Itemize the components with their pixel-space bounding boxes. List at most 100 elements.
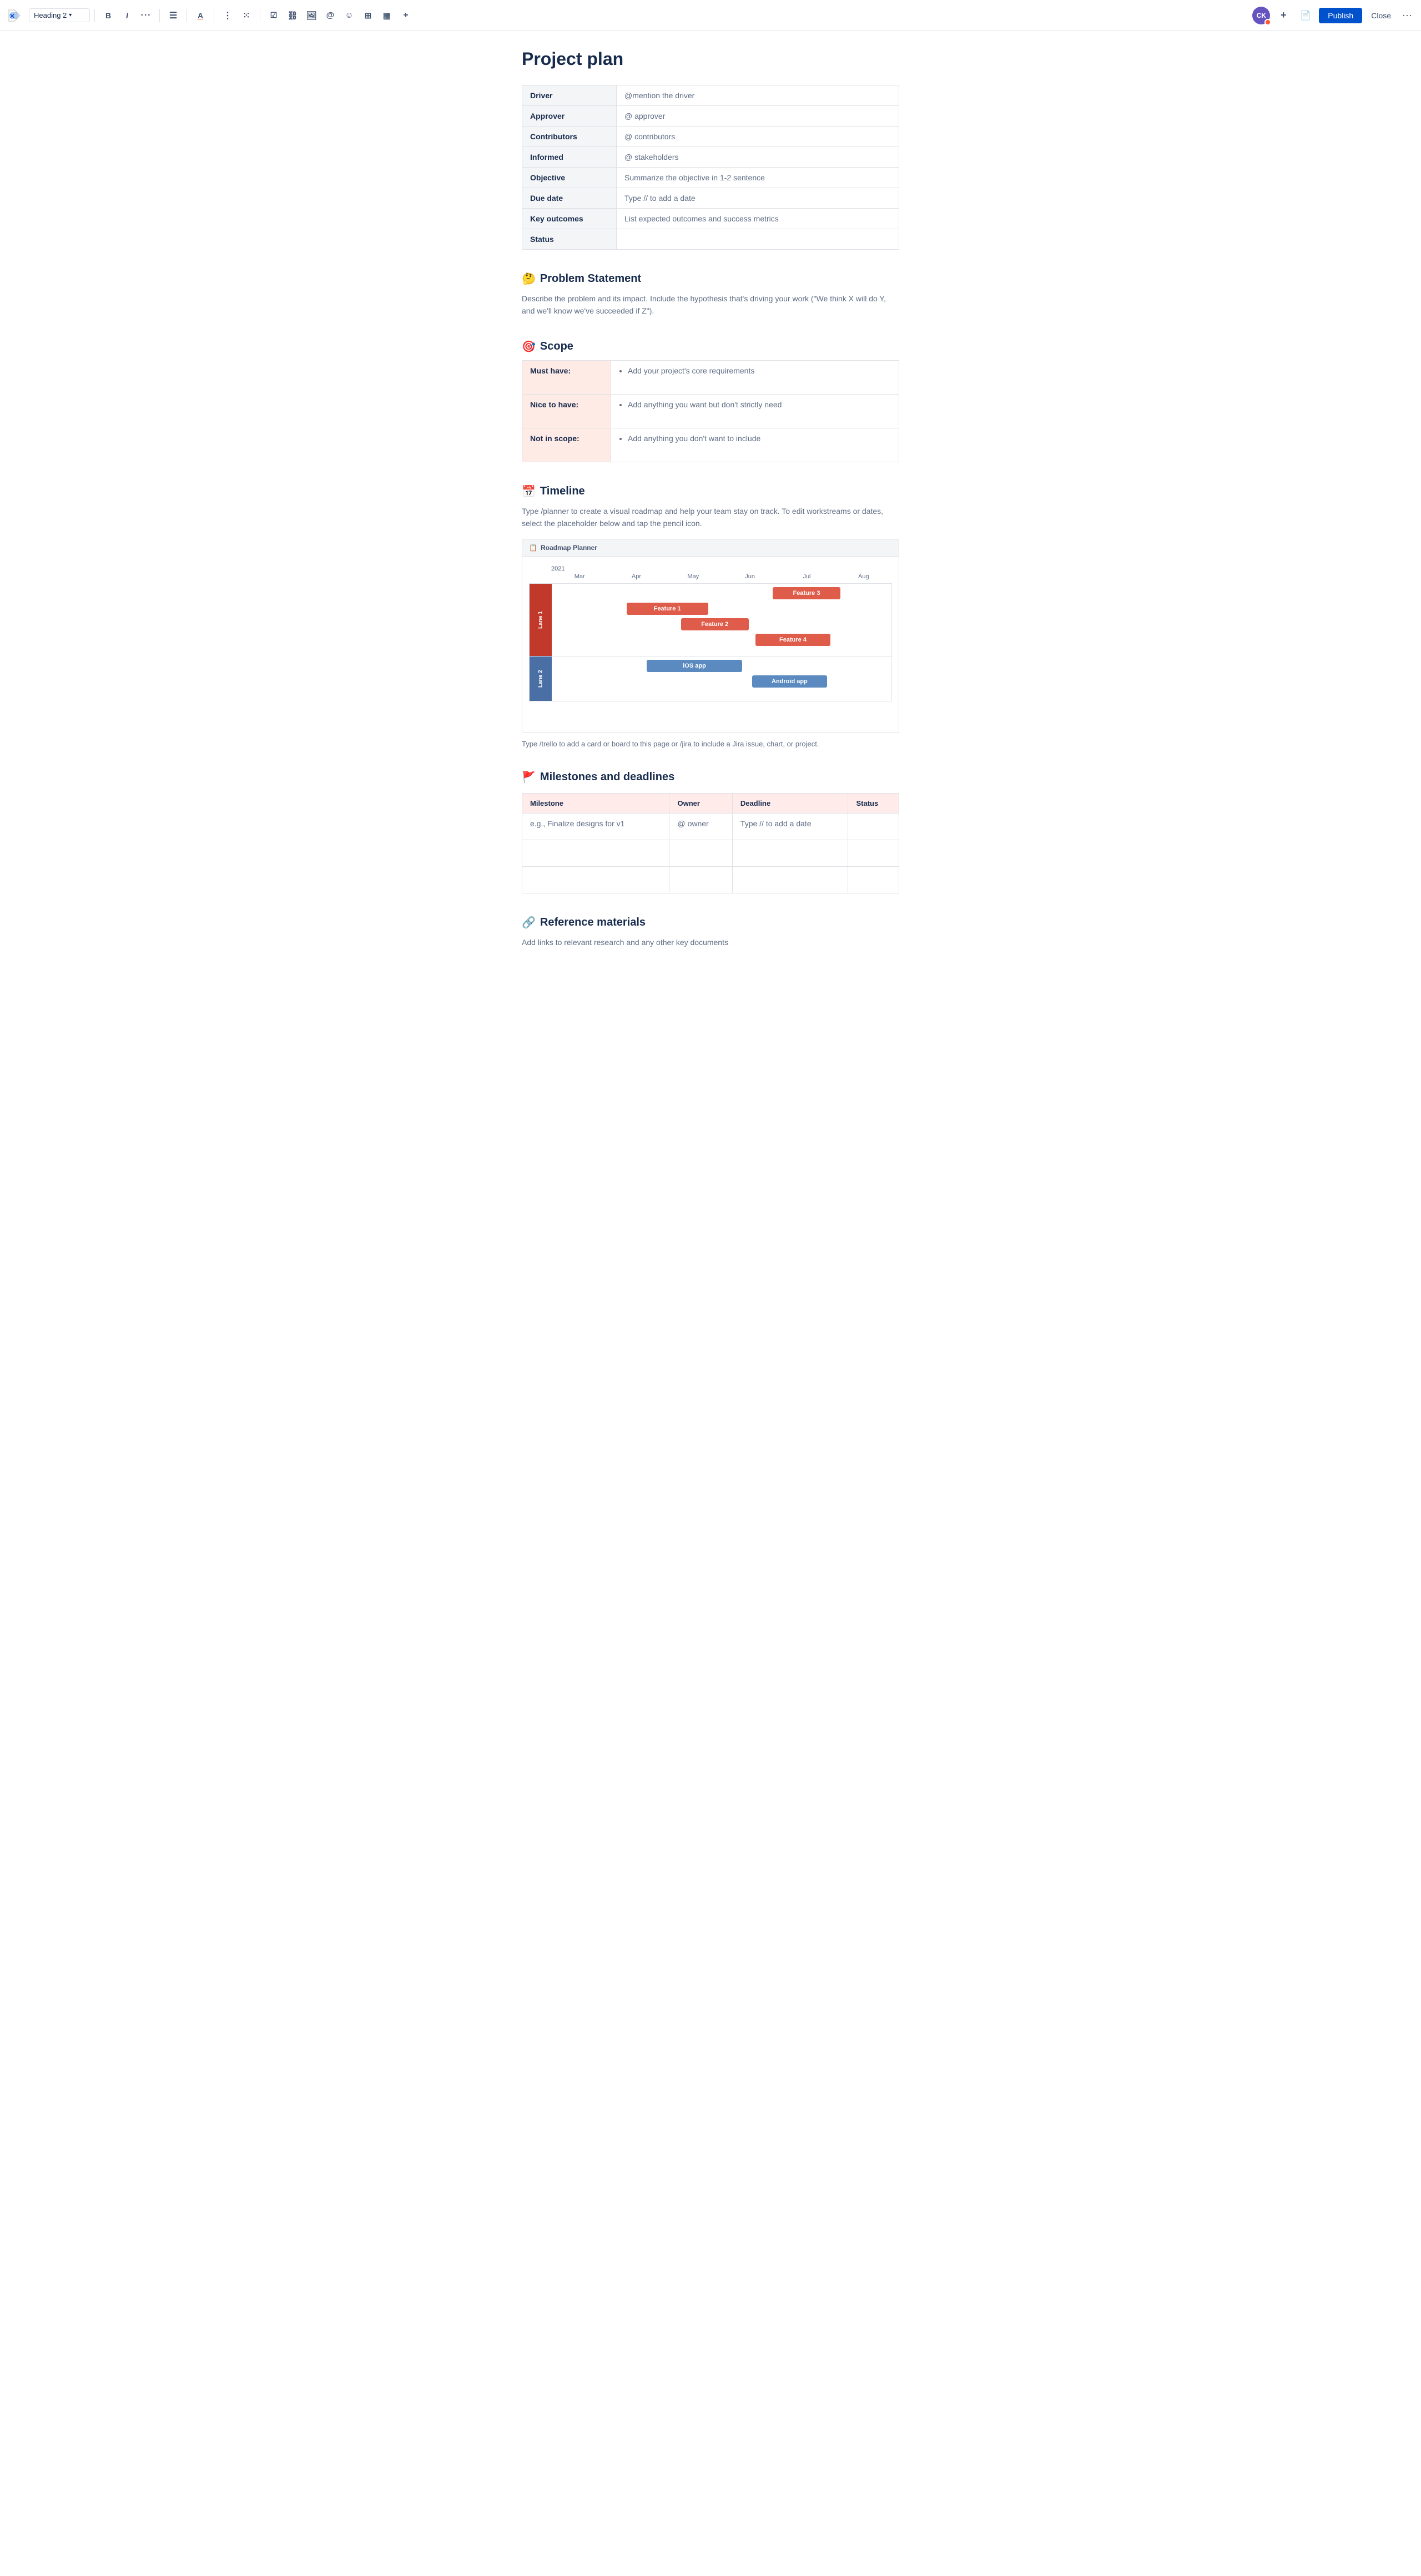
- table-row: Not in scope: Add anything you don't wan…: [522, 428, 899, 462]
- scope-value-not[interactable]: Add anything you don't want to include ·: [611, 428, 899, 462]
- ordered-list-button[interactable]: ⁙: [238, 7, 255, 24]
- info-label-approver: Approver: [522, 106, 617, 127]
- milestone-cell-3-status[interactable]: [848, 866, 899, 893]
- page-title[interactable]: Project plan: [522, 49, 899, 69]
- publish-button[interactable]: Publish: [1319, 8, 1362, 23]
- table-row: Must have: Add your project's core requi…: [522, 360, 899, 394]
- feature-4-bar: Feature 4: [755, 634, 830, 646]
- task-button[interactable]: ☑: [265, 7, 283, 24]
- italic-button[interactable]: I: [118, 7, 136, 24]
- roadmap-container[interactable]: 📋 Roadmap Planner 2021 Mar Apr May Jun J…: [522, 539, 899, 733]
- scope-label-not: Not in scope:: [522, 428, 611, 462]
- reference-heading: 🔗 Reference materials: [522, 916, 899, 930]
- info-value-contributors[interactable]: @ contributors: [617, 127, 899, 147]
- feature-3-bar: Feature 3: [773, 587, 840, 599]
- milestone-cell-3-deadline[interactable]: [732, 866, 848, 893]
- insert-group: ☑ ⛓ 🖼 @ ☺ ⊞ ▦ +: [265, 7, 415, 24]
- link-button[interactable]: ⛓: [284, 7, 301, 24]
- logo-icon[interactable]: ✕: [7, 8, 22, 23]
- bold-button[interactable]: B: [99, 7, 117, 24]
- problem-text[interactable]: Describe the problem and its impact. Inc…: [522, 292, 899, 317]
- lane-1-content: Feature 3 Feature 1 Feature 2 Feature 4: [552, 584, 891, 656]
- milestone-cell-2-name[interactable]: [522, 840, 669, 866]
- lane-2-label: Lane 2: [530, 656, 552, 701]
- info-label-informed: Informed: [522, 147, 617, 168]
- timeline-hint: Type /trello to add a card or board to t…: [522, 740, 899, 748]
- milestone-col-status: Status: [848, 793, 899, 813]
- lane-2-row: Lane 2 iOS app Android app: [529, 656, 892, 701]
- scope-label-nice: Nice to have:: [522, 394, 611, 428]
- text-color-button[interactable]: A: [192, 7, 209, 24]
- info-value-due-date[interactable]: Type // to add a date: [617, 188, 899, 209]
- roadmap-title: Roadmap Planner: [541, 544, 597, 552]
- avatar-badge: [1264, 19, 1271, 26]
- table-row: Contributors @ contributors: [522, 127, 899, 147]
- insert-plus-button[interactable]: +: [397, 7, 415, 24]
- lane-2-content: iOS app Android app: [552, 656, 891, 701]
- roadmap-icon: 📋: [529, 544, 537, 552]
- milestones-heading: 🚩 Milestones and deadlines: [522, 770, 899, 784]
- bullet-list-button[interactable]: ⋮: [219, 7, 236, 24]
- milestone-cell-3-owner[interactable]: [669, 866, 732, 893]
- toolbar: ✕ Heading 2 ▾ B I ··· ☰ A ⋮ ⁙ ☑ ⛓ 🖼 @ ☺ …: [0, 0, 1421, 31]
- info-value-approver[interactable]: @ approver: [617, 106, 899, 127]
- timeline-section: 📅 Timeline Type /planner to create a vis…: [522, 484, 899, 748]
- chart-button[interactable]: ▦: [378, 7, 396, 24]
- close-button[interactable]: Close: [1367, 8, 1395, 23]
- info-table: Driver @mention the driver Approver @ ap…: [522, 85, 899, 250]
- image-button[interactable]: 🖼: [303, 7, 320, 24]
- roadmap-year: 2021: [551, 565, 892, 572]
- table-row: Due date Type // to add a date: [522, 188, 899, 209]
- milestone-cell-1-name[interactable]: e.g., Finalize designs for v1: [522, 813, 669, 840]
- milestone-cell-2-owner[interactable]: [669, 840, 732, 866]
- timeline-emoji: 📅: [522, 484, 536, 498]
- scope-value-nice[interactable]: Add anything you want but don't strictly…: [611, 394, 899, 428]
- table-row: Status: [522, 229, 899, 250]
- info-value-informed[interactable]: @ stakeholders: [617, 147, 899, 168]
- milestone-cell-1-status[interactable]: [848, 813, 899, 840]
- align-button[interactable]: ☰: [164, 7, 182, 24]
- milestone-cell-2-status[interactable]: [848, 840, 899, 866]
- timeline-text: Type /planner to create a visual roadmap…: [522, 505, 899, 530]
- timeline-heading: 📅 Timeline: [522, 484, 899, 498]
- table-row: e.g., Finalize designs for v1 @ owner Ty…: [522, 813, 899, 840]
- info-label-key-outcomes: Key outcomes: [522, 209, 617, 229]
- scope-label-must: Must have:: [522, 360, 611, 394]
- scope-value-must[interactable]: Add your project's core requirements ·: [611, 360, 899, 394]
- scope-emoji: 🎯: [522, 340, 536, 353]
- milestone-cell-2-deadline[interactable]: [732, 840, 848, 866]
- month-mar: Mar: [551, 573, 608, 580]
- heading-style-selector[interactable]: Heading 2 ▾: [29, 8, 90, 22]
- emoji-button[interactable]: ☺: [340, 7, 358, 24]
- milestones-section: 🚩 Milestones and deadlines Milestone Own…: [522, 770, 899, 893]
- more-text-button[interactable]: ···: [137, 7, 155, 24]
- svg-text:✕: ✕: [9, 12, 15, 20]
- divider-2: [159, 9, 160, 22]
- problem-emoji: 🤔: [522, 272, 536, 286]
- roadmap-header: 📋 Roadmap Planner: [522, 539, 899, 557]
- chevron-down-icon: ▾: [69, 12, 72, 18]
- info-label-objective: Objective: [522, 168, 617, 188]
- table-row: Objective Summarize the objective in 1-2…: [522, 168, 899, 188]
- plus-icon-button[interactable]: +: [1274, 7, 1292, 24]
- table-row: Driver @mention the driver: [522, 85, 899, 106]
- content-area: Project plan Driver @mention the driver …: [500, 31, 921, 1015]
- info-value-key-outcomes[interactable]: List expected outcomes and success metri…: [617, 209, 899, 229]
- user-avatar[interactable]: CK: [1252, 7, 1270, 24]
- ios-app-bar: iOS app: [647, 660, 742, 672]
- milestone-cell-3-name[interactable]: [522, 866, 669, 893]
- mention-button[interactable]: @: [321, 7, 339, 24]
- info-value-status[interactable]: [617, 229, 899, 250]
- template-button[interactable]: 📄: [1297, 7, 1314, 24]
- list-group: ⋮ ⁙: [219, 7, 255, 24]
- table-button[interactable]: ⊞: [359, 7, 377, 24]
- milestone-cell-1-deadline[interactable]: Type // to add a date: [732, 813, 848, 840]
- month-aug: Aug: [835, 573, 892, 580]
- milestones-emoji: 🚩: [522, 770, 536, 784]
- info-label-driver: Driver: [522, 85, 617, 106]
- milestone-cell-1-owner[interactable]: @ owner: [669, 813, 732, 840]
- info-value-objective[interactable]: Summarize the objective in 1-2 sentence: [617, 168, 899, 188]
- info-value-driver[interactable]: @mention the driver: [617, 85, 899, 106]
- more-options-button[interactable]: ···: [1400, 7, 1414, 23]
- reference-text[interactable]: Add links to relevant research and any o…: [522, 936, 899, 948]
